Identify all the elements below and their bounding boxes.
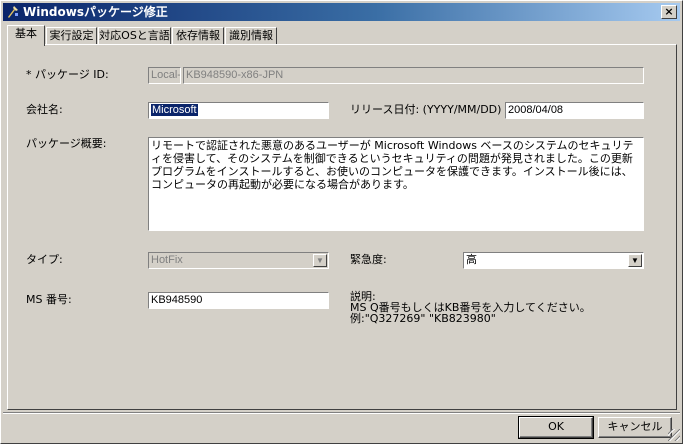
type-combobox: HotFix ▼ <box>148 252 329 269</box>
package-id-prefix-field: Local- <box>148 67 181 84</box>
company-input[interactable]: Microsoft <box>148 102 329 119</box>
package-id-field: KB948590-x86-JPN <box>183 67 644 84</box>
type-label: タイプ: <box>26 253 63 266</box>
tab-dependency-info[interactable]: 依存情報 <box>172 27 224 44</box>
ms-number-label: MS 番号: <box>26 293 72 306</box>
title-bar[interactable]: Windowsパッケージ修正 × <box>3 3 680 21</box>
tab-execution-settings[interactable]: 実行設定 <box>46 27 97 44</box>
urgency-value: 高 <box>466 254 477 266</box>
cancel-button[interactable]: キャンセル <box>598 417 672 438</box>
ok-button[interactable]: OK <box>518 416 594 439</box>
release-date-input[interactable]: 2008/04/08 <box>505 102 644 119</box>
summary-textarea[interactable]: リモートで認証された悪意のあるユーザーが Microsoft Windows ベ… <box>148 137 644 231</box>
urgency-combobox[interactable]: 高 ▼ <box>463 252 644 269</box>
chevron-down-icon[interactable]: ▼ <box>628 254 642 267</box>
package-id-label: * パッケージ ID: <box>26 68 109 81</box>
company-value: Microsoft <box>151 104 198 116</box>
ms-number-input[interactable]: KB948590 <box>148 292 329 309</box>
close-button[interactable]: × <box>661 5 677 19</box>
urgency-label: 緊急度: <box>350 253 387 266</box>
close-icon: × <box>664 5 674 18</box>
window-title: Windowsパッケージ修正 <box>23 5 168 19</box>
company-label: 会社名: <box>26 103 63 116</box>
release-date-label: リリース日付: (YYYY/MM/DD) <box>350 103 502 116</box>
app-icon <box>8 6 18 18</box>
summary-label: パッケージ概要: <box>26 137 107 150</box>
divider <box>3 412 680 414</box>
basic-panel: * パッケージ ID: Local- KB948590-x86-JPN 会社名:… <box>7 44 677 410</box>
tab-os-language[interactable]: 対応OSと言語 <box>98 27 171 44</box>
tab-basic[interactable]: 基本 <box>7 25 45 46</box>
tab-identification-info[interactable]: 識別情報 <box>225 27 277 44</box>
description-line-2: 例:"Q327269" "KB823980" <box>350 312 496 325</box>
package-edit-window: Windowsパッケージ修正 × 基本 実行設定 対応OSと言語 依存情報 識別… <box>0 0 683 444</box>
chevron-down-icon: ▼ <box>313 254 327 267</box>
type-value: HotFix <box>151 254 183 266</box>
resize-grip-icon[interactable] <box>668 429 680 441</box>
